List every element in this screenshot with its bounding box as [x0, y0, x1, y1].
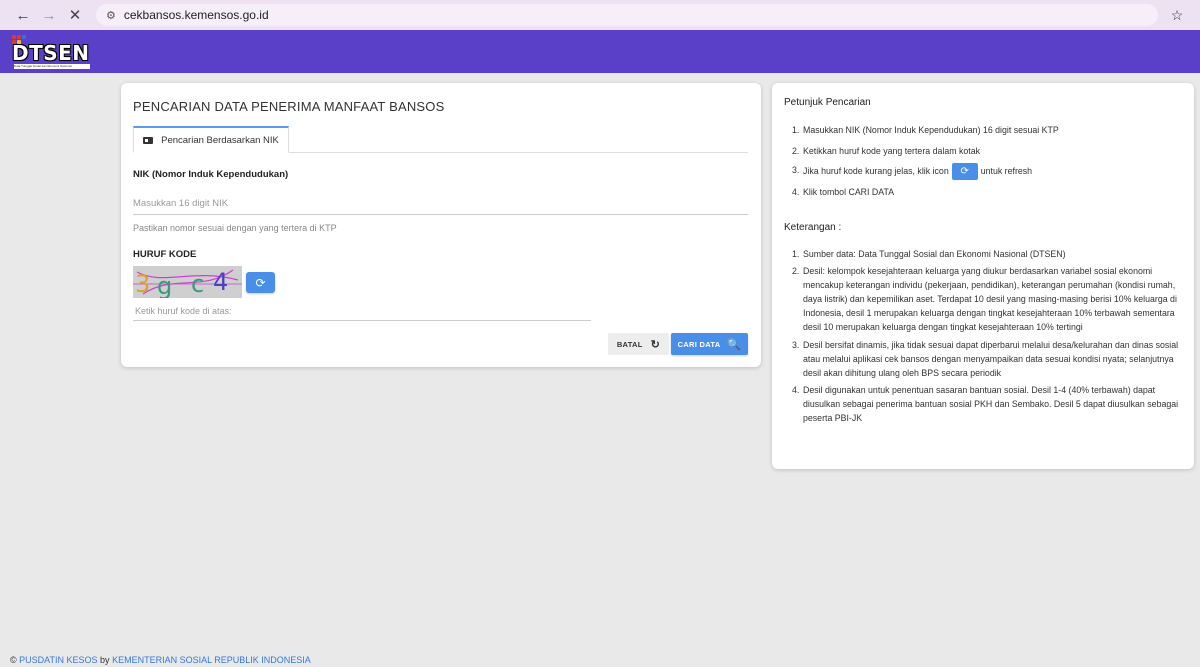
pusdatin-link[interactable]: PUSDATIN KESOS — [19, 655, 97, 665]
copyright-symbol: © — [10, 655, 17, 665]
id-card-icon — [143, 136, 154, 144]
captcha-label: HURUF KODE — [133, 249, 197, 260]
logo-subtitle: Data Tunggal Sosial dan Ekonomi Nasional — [14, 63, 90, 69]
captcha-char-3: c — [191, 270, 204, 298]
address-bar[interactable]: ⚙ cekbansos.kemensos.go.id — [96, 4, 1158, 26]
tab-nik-search[interactable]: Pencarian Berdasarkan NIK — [133, 126, 289, 153]
nik-label: NIK (Nomor Induk Kependudukan) — [133, 169, 289, 180]
list-item: 3. Desil bersifat dinamis, jika tidak ses… — [792, 339, 1179, 378]
footer-by: by — [100, 655, 110, 665]
nik-help-text: Pastikan nomor sesuai dengan yang terter… — [133, 223, 337, 233]
url-text[interactable]: cekbansos.kemensos.go.id — [124, 8, 269, 22]
nik-input[interactable] — [133, 193, 748, 215]
list-item: 4. Klik tombol CARI DATA — [792, 187, 895, 198]
keterangan-title: Keterangan : — [784, 222, 842, 233]
logo-text: DTSEN — [12, 40, 90, 65]
reset-icon: ↻ — [650, 338, 661, 351]
list-item: 2. Desil: kelompok kesejahteraan keluarga… — [792, 266, 1177, 333]
keterangan-list: 1. Sumber data: Data Tunggal Sosial dan E… — [792, 247, 1185, 425]
inline-refresh-icon: ⟳ — [951, 163, 978, 181]
list-item: 2. Ketikkan huruf kode yang tertera dalam… — [792, 146, 981, 157]
petunjuk-list: 1. Masukkan NIK (Nomor Induk Kependudukan… — [792, 123, 1185, 199]
captcha-image: 3 g c 4 — [133, 266, 242, 298]
footer: © PUSDATIN KESOS by KEMENTERIAN SOSIAL R… — [10, 655, 311, 665]
captcha-char-1: 3 — [135, 270, 150, 298]
batal-button[interactable]: BATAL ↻ — [608, 333, 669, 355]
site-settings-icon[interactable]: ⚙ — [106, 9, 116, 22]
refresh-icon: ⟳ — [255, 275, 266, 290]
app-header: DTSEN Data Tunggal Sosial dan Ekonomi Na… — [0, 30, 1200, 73]
list-item: 1. Sumber data: Data Tunggal Sosial dan E… — [792, 249, 1066, 259]
captcha-refresh-button[interactable]: ⟳ — [246, 272, 275, 293]
dtsen-logo[interactable]: DTSEN Data Tunggal Sosial dan Ekonomi Na… — [10, 34, 92, 70]
close-icon[interactable]: ✕ — [62, 4, 88, 26]
petunjuk-title: Petunjuk Pencarian — [784, 97, 871, 108]
batal-label: BATAL — [616, 339, 643, 349]
list-item: 1. Masukkan NIK (Nomor Induk Kependudukan… — [792, 125, 1059, 135]
browser-toolbar: ← → ✕ ⚙ cekbansos.kemensos.go.id ☆ — [0, 0, 1200, 30]
info-card: Petunjuk Pencarian 1. Masukkan NIK (Nomor… — [772, 83, 1194, 469]
list-item: 3. Jika huruf kode kurang jelas, klik ico… — [792, 163, 1185, 181]
search-card: PENCARIAN DATA PENERIMA MANFAAT BANSOS P… — [121, 83, 761, 367]
captcha-char-4: 4 — [213, 268, 228, 296]
back-arrow-icon[interactable]: ← — [10, 4, 36, 26]
list-item: 4. Desil digunakan untuk penentuan sasara… — [792, 384, 1179, 424]
search-icon: 🔍 — [727, 338, 742, 351]
page-title: PENCARIAN DATA PENERIMA MANFAAT BANSOS — [133, 99, 445, 114]
cari-label: CARI DATA — [677, 339, 721, 349]
forward-arrow-icon[interactable]: → — [36, 4, 62, 26]
captcha-char-2: g — [157, 272, 172, 298]
bookmark-star-icon[interactable]: ☆ — [1164, 7, 1190, 24]
tab-label: Pencarian Berdasarkan NIK — [161, 134, 279, 146]
cari-data-button[interactable]: CARI DATA 🔍 — [671, 333, 748, 355]
kemensos-link[interactable]: KEMENTERIAN SOSIAL REPUBLIK INDONESIA — [112, 655, 311, 665]
captcha-input[interactable] — [133, 301, 591, 321]
